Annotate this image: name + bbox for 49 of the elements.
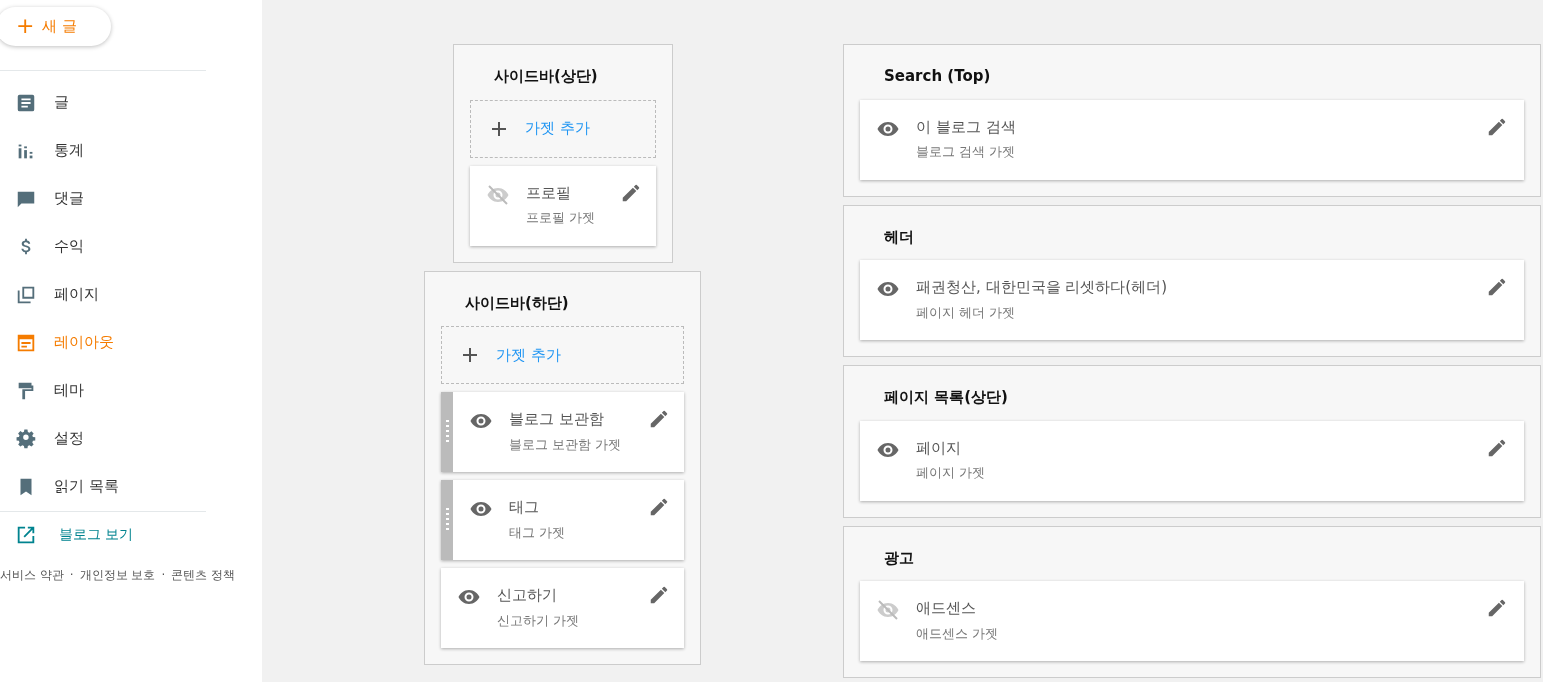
separator-dot: · <box>161 566 166 584</box>
nav-item[interactable]: 읽기 목록 <box>0 462 262 511</box>
section-title: 사이드바(하단) <box>465 292 570 314</box>
separator-dot: · <box>69 566 74 584</box>
footer-link[interactable]: 콘텐츠 정책 <box>171 565 236 584</box>
edit-pencil-icon[interactable] <box>1486 276 1508 298</box>
gadget-name: 블로그 보관함 <box>509 409 605 430</box>
nav-item[interactable]: 페이지 <box>0 270 262 319</box>
footer-link[interactable]: 개인정보 보호 <box>79 565 156 584</box>
edit-pencil-icon[interactable] <box>1486 597 1508 619</box>
nav-item[interactable]: 통계 <box>0 126 262 175</box>
gadget-name: 페이지 <box>916 437 962 459</box>
nav-item[interactable]: 글 <box>0 78 262 127</box>
dotted-grip-icon <box>445 420 449 444</box>
gadget-name: 태그 <box>509 497 540 518</box>
edit-pencil-icon[interactable] <box>648 408 670 430</box>
gadget-type: 신고하기 가젯 <box>497 611 581 630</box>
gadget-name: 프로필 <box>526 182 572 204</box>
nav-item[interactable]: 수익 <box>0 222 262 271</box>
edit-pencil-icon[interactable] <box>648 496 670 518</box>
nav-item[interactable]: 테마 <box>0 366 262 415</box>
section-title: 헤더 <box>884 226 915 248</box>
dotted-grip-icon <box>445 508 449 532</box>
plus-icon <box>491 120 507 137</box>
gadget-name: 신고하기 <box>497 585 558 606</box>
section-title: Search (Top) <box>884 66 992 87</box>
gadget-type: 프로필 가젯 <box>526 209 597 227</box>
nav-item[interactable]: 설정 <box>0 414 262 463</box>
gadget-name: 애드센스 <box>916 598 977 619</box>
gadget-name: 이 블로그 검색 <box>916 116 1017 138</box>
view-blog-link[interactable]: 블로그 보기 <box>0 511 262 558</box>
plus-icon: + <box>16 15 35 38</box>
gadget-type: 블로그 보관함 가젯 <box>509 435 623 454</box>
gadget-type: 페이지 가젯 <box>916 464 987 482</box>
gadget-name: 패권청산, 대한민국을 리셋하다(헤더) <box>916 277 1168 298</box>
drag-handle[interactable] <box>441 480 453 560</box>
section-title: 광고 <box>884 547 915 569</box>
gadget-type: 태그 가젯 <box>509 523 567 542</box>
drag-handle[interactable] <box>441 392 453 472</box>
settings-icon <box>15 427 37 450</box>
edit-pencil-icon[interactable] <box>648 584 670 606</box>
gadget-type: 페이지 헤더 가젯 <box>916 303 1017 322</box>
plus-icon <box>462 347 478 363</box>
section-title: 페이지 목록(상단) <box>884 387 1009 408</box>
gadget-type: 블로그 검색 가젯 <box>916 143 1017 161</box>
nav-item[interactable]: 댓글 <box>0 174 262 223</box>
section-title: 사이드바(상단) <box>494 66 599 87</box>
gadget-type: 애드센스 가젯 <box>916 624 1000 643</box>
footer-link[interactable]: 서비스 약관 <box>0 565 64 584</box>
